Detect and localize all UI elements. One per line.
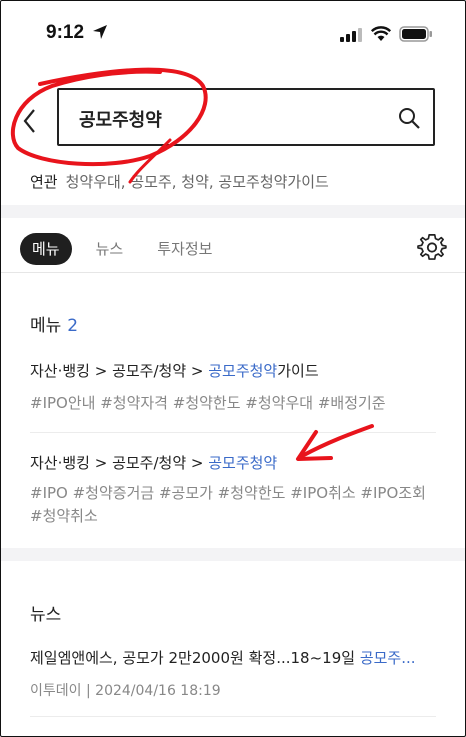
news-source: 이투데이 xyxy=(30,683,82,699)
cellular-signal-icon xyxy=(340,28,362,42)
section-divider xyxy=(0,205,466,218)
news-title-highlight: 공모주... xyxy=(359,649,416,667)
menu-section-title: 메뉴 2 xyxy=(30,311,78,336)
menu-section-label: 메뉴 xyxy=(30,316,62,336)
status-bar: 9:12 xyxy=(0,0,466,66)
path-suffix: 가이드 xyxy=(277,362,319,380)
news-item-meta: 이투데이 | 2024/04/16 18:19 xyxy=(30,683,221,699)
search-query: 공모주청약 xyxy=(79,110,162,131)
back-arrow-icon[interactable] xyxy=(20,106,40,136)
tab-investment-info[interactable]: 투자정보 xyxy=(147,233,222,265)
news-section-title: 뉴스 xyxy=(30,605,62,625)
tab-menu[interactable]: 메뉴 xyxy=(20,233,72,265)
menu-result-tags: #IPO안내 #청약자격 #청약한도 #청약우대 #배정기준 xyxy=(30,394,386,412)
path-highlight: 공모주청약 xyxy=(208,454,278,472)
news-item-title[interactable]: 제일엠앤에스, 공모가 2만2000원 확정...18~19일 공모주... xyxy=(30,647,440,668)
related-label: 연관 xyxy=(30,173,58,191)
tab-divider xyxy=(0,272,466,273)
menu-result-path[interactable]: 자산·뱅킹 > 공모주/청약 > 공모주청약 xyxy=(30,452,277,473)
search-input[interactable]: 공모주청약 xyxy=(57,88,435,146)
news-date: 2024/04/16 18:19 xyxy=(95,683,221,699)
annotation-arrow xyxy=(300,424,374,458)
search-icon[interactable] xyxy=(397,106,421,130)
annotation-arrowhead xyxy=(296,430,333,461)
path-highlight: 공모주청약 xyxy=(208,362,278,380)
menu-result-count: 2 xyxy=(67,316,79,336)
status-time: 9:12 xyxy=(46,22,85,43)
related-searches: 연관 청약우대, 공모주, 청약, 공모주청약가이드 xyxy=(30,171,329,192)
battery-icon xyxy=(399,26,432,42)
wifi-icon xyxy=(371,26,391,41)
tab-bar: 메뉴 뉴스 투자정보 xyxy=(20,233,236,265)
item-divider xyxy=(30,432,436,433)
section-divider xyxy=(0,548,466,561)
tab-news[interactable]: 뉴스 xyxy=(86,233,134,265)
path-prefix: 자산·뱅킹 > 공모주/청약 > xyxy=(30,362,209,380)
menu-result-path[interactable]: 자산·뱅킹 > 공모주/청약 > 공모주청약가이드 xyxy=(30,360,319,381)
gear-icon[interactable] xyxy=(417,233,447,263)
related-terms[interactable]: 청약우대, 공모주, 청약, 공모주청약가이드 xyxy=(66,173,329,191)
location-arrow-icon xyxy=(93,25,107,39)
menu-result-tags: #IPO #청약증거금 #공모가 #청약한도 #IPO취소 #IPO조회 #청약… xyxy=(30,484,426,525)
path-prefix: 자산·뱅킹 > 공모주/청약 > xyxy=(30,454,209,472)
item-divider xyxy=(30,716,436,717)
news-title-text: 제일엠앤에스, 공모가 2만2000원 확정...18~19일 xyxy=(30,649,360,667)
